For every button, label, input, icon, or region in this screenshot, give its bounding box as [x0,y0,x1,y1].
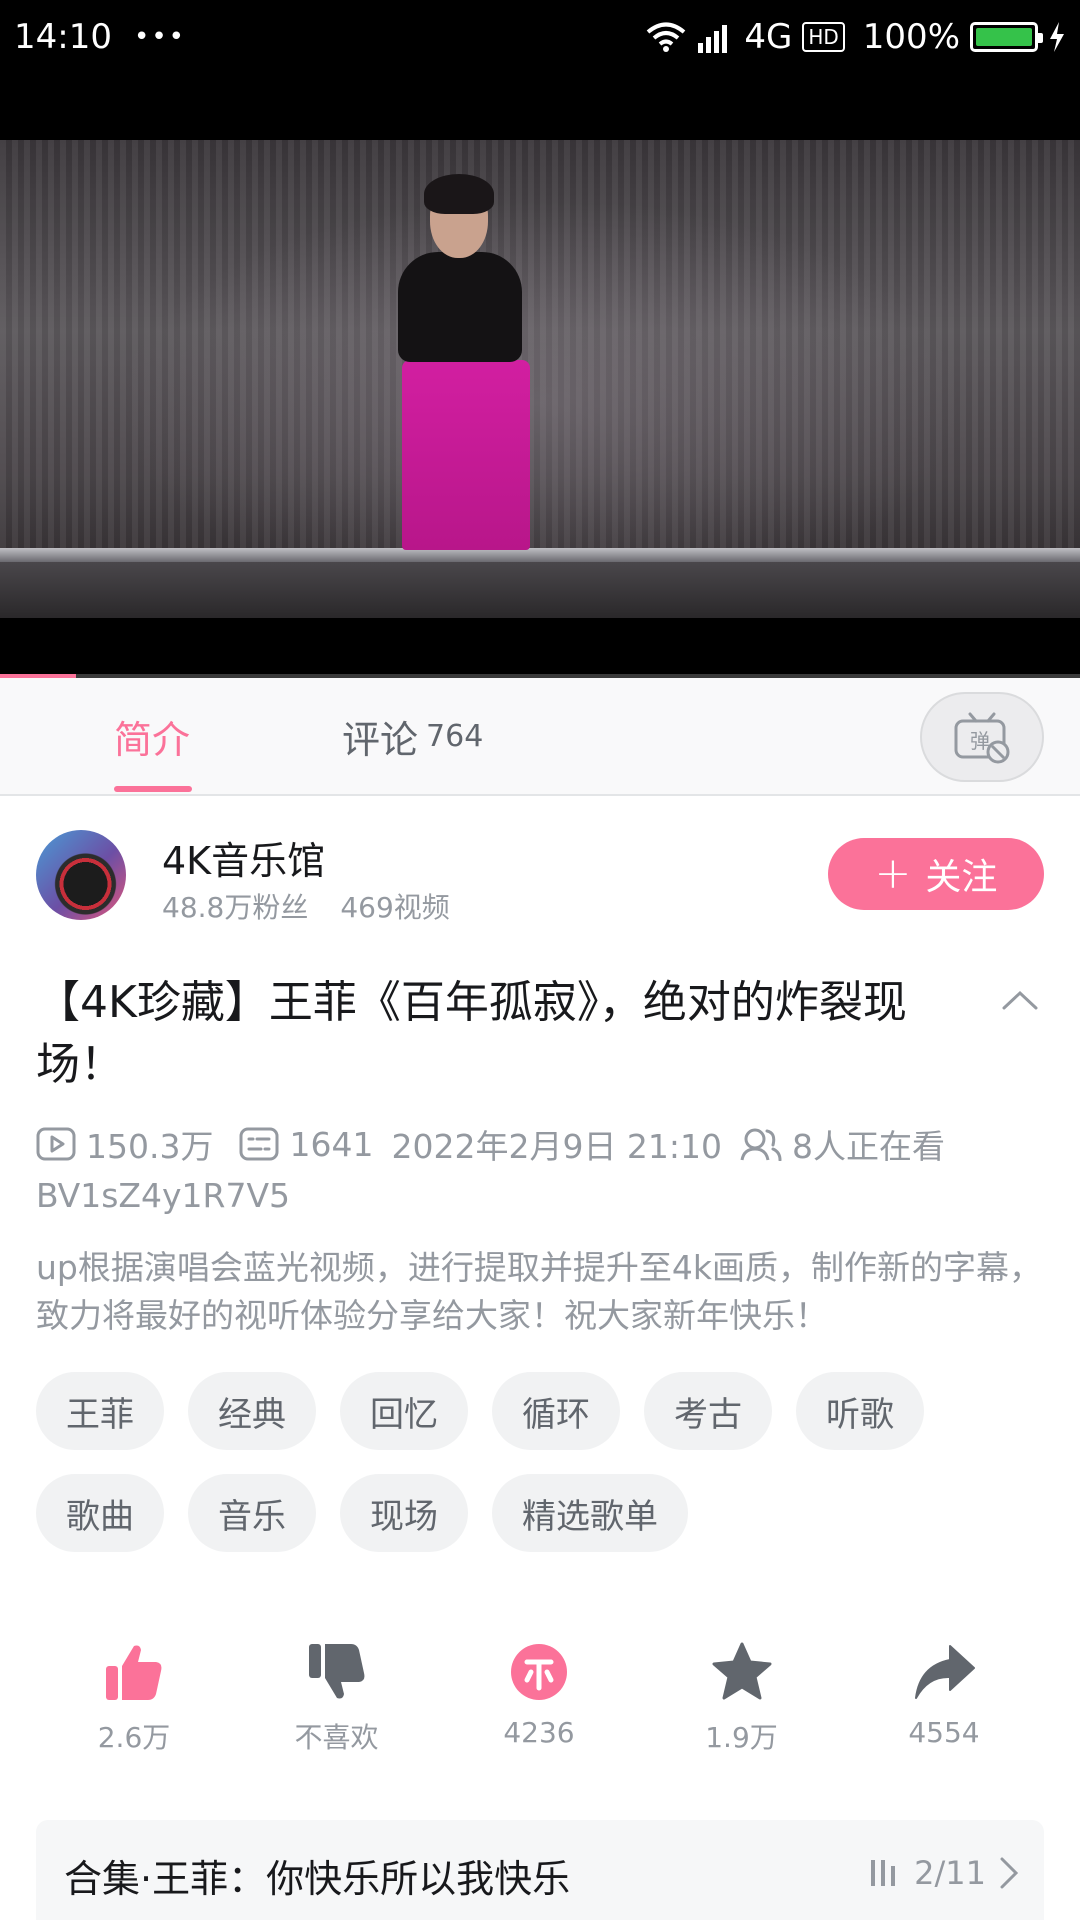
collection-title: 合集·王菲：你快乐所以我快乐 [64,1857,571,1901]
play-count-icon [36,1127,76,1161]
watching-item: 8人正在看 [740,1120,945,1168]
follow-label: 关注 [925,857,998,898]
collection-position: 2/11 [914,1854,986,1892]
hd-badge: HD [802,22,845,52]
collection-meta: 2/11 [868,1854,1020,1892]
comments-count: 764 [426,718,484,754]
video-player[interactable] [0,74,1080,678]
tag[interactable]: 考古 [644,1372,772,1450]
avatar[interactable] [36,830,126,920]
tag[interactable]: 回忆 [340,1372,468,1450]
stage-floor [0,562,1080,618]
tag[interactable]: 听歌 [796,1372,924,1450]
danmaku-count: 1641 [289,1124,374,1164]
charging-icon [1050,22,1064,52]
tag[interactable]: 现场 [340,1474,468,1552]
battery-icon [970,22,1043,52]
tab-comments[interactable]: 评论 764 [342,678,483,794]
uploader-section: 4K音乐馆 48.8万粉丝 469视频 + 关注 [0,796,1080,956]
tag-row-2: 歌曲 音乐 现场 精选歌单 [36,1474,1046,1552]
stage-rail [0,548,1080,562]
plus-icon: + [874,848,912,899]
danmaku-item: 1641 [239,1125,373,1164]
uploader-fans: 48.8万粉丝 [162,891,309,924]
share-button[interactable]: 4554 [844,1640,1044,1756]
tab-active-indicator [114,786,192,792]
status-bar: 14:10 ••• 4G HD 100% [0,0,1080,74]
tab-intro-label: 简介 [114,717,191,762]
like-button[interactable]: 2.6万 [34,1640,234,1756]
bvid[interactable]: BV1sZ4y1R7V5 [36,1176,290,1215]
tag-list: 王菲 经典 回忆 循环 考古 听歌 歌曲 音乐 现场 精选歌单 [36,1372,1046,1552]
wifi-icon [647,22,686,52]
tab-bar: 简介 评论 764 弹 [0,678,1080,796]
performer-hair [424,174,494,214]
tag[interactable]: 经典 [188,1372,316,1450]
coin-button[interactable]: 4236 [439,1640,639,1756]
status-left: 14:10 ••• [14,17,186,57]
share-count: 4554 [908,1716,980,1749]
views-item: 150.3万 [36,1120,213,1168]
video-frame[interactable] [0,140,1080,618]
chevron-right-icon [1000,1857,1019,1889]
danmaku-toggle-button[interactable]: 弹 [920,692,1044,782]
network-type: 4G [744,17,793,57]
tag[interactable]: 循环 [492,1372,620,1450]
collection-card[interactable]: 合集·王菲：你快乐所以我快乐 2/11 [36,1820,1044,1920]
publish-datetime: 2022年2月9日 21:10 [391,1127,723,1166]
notification-dots: ••• [133,22,186,52]
battery-percent: 100% [862,17,960,57]
uploader-videos: 469视频 [340,891,450,924]
share-icon [915,1645,975,1699]
dislike-label: 不喜欢 [294,1721,379,1754]
tab-intro[interactable]: 简介 [114,678,190,794]
performer-skirt [402,360,530,550]
tag[interactable]: 王菲 [36,1372,164,1450]
playlist-icon [871,1860,896,1886]
follow-button[interactable]: + 关注 [828,838,1044,910]
performer-top [398,252,522,362]
chevron-up-icon[interactable] [1000,986,1040,1014]
signal-icon [698,25,728,53]
tag-row-1: 王菲 经典 回忆 循环 考古 听歌 [36,1372,1046,1450]
thumbs-down-icon [308,1644,364,1699]
view-count: 150.3万 [86,1127,214,1166]
dislike-button[interactable]: 不喜欢 [237,1640,437,1756]
video-title: 【4K珍藏】王菲《百年孤寂》，绝对的炸裂现场！ [36,977,907,1090]
tab-comments-label: 评论 [342,717,419,762]
favorite-button[interactable]: 1.9万 [642,1640,842,1756]
tag[interactable]: 精选歌单 [492,1474,688,1552]
uploader-name[interactable]: 4K音乐馆 [162,830,325,885]
viewers-icon [740,1128,782,1161]
video-description: up根据演唱会蓝光视频，进行提取并提升至4k画质，制作新的字幕，致力将最好的视听… [36,1248,1042,1335]
star-icon [712,1642,771,1700]
action-bar: 2.6万 不喜欢 4236 1.9万 4554 [34,1640,1044,1756]
coin-icon [511,1644,567,1700]
uploader-stats: 48.8万粉丝 469视频 [162,886,450,926]
watching-count: 8人正在看 [792,1127,946,1166]
coin-count: 4236 [503,1716,575,1749]
tag[interactable]: 音乐 [188,1474,316,1552]
danmaku-count-icon [239,1127,279,1161]
favorite-count: 1.9万 [705,1721,778,1754]
like-count: 2.6万 [97,1721,171,1754]
tag[interactable]: 歌曲 [36,1474,164,1552]
video-meta: 150.3万 1641 2022年2月9日 21:10 8人正在看 [36,1120,1056,1168]
clock: 14:10 [14,17,112,57]
danmaku-toggle-icon: 弹 [954,712,1010,764]
status-right: 4G HD 100% [646,17,1066,57]
thumbs-up-icon [106,1645,162,1700]
